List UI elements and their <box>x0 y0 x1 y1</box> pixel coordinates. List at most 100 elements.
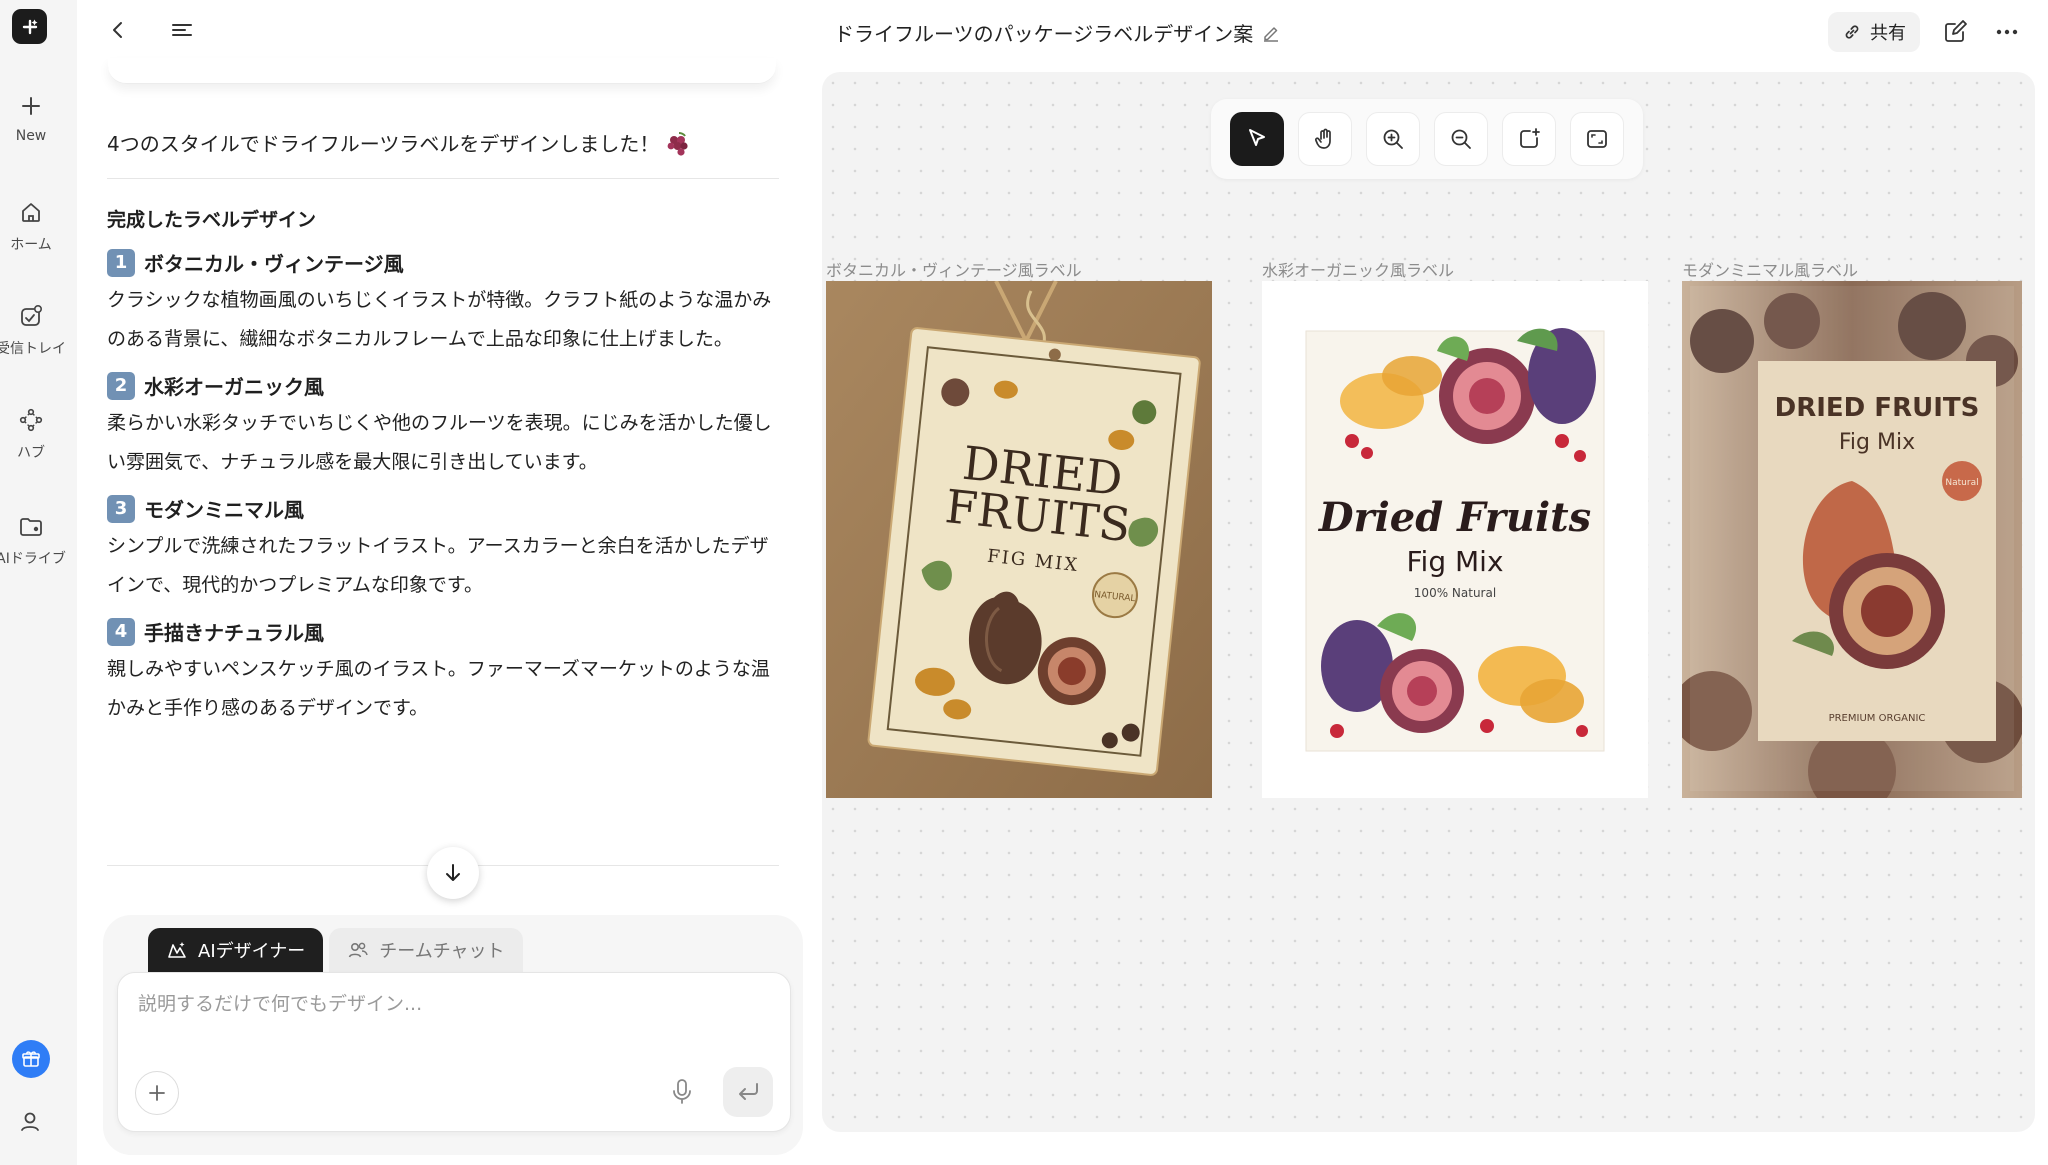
frame-modern-minimal[interactable]: DRIED FRUITS Fig Mix Natural PREMIUM ORG… <box>1682 281 2022 798</box>
frame-botanical-vintage[interactable]: DRIED FRUITS FIG MIX NATURAL <box>826 281 1212 798</box>
tab-team-chat[interactable]: チームチャット <box>329 928 523 972</box>
zoom-out-icon <box>1451 129 1471 149</box>
add-frame-button[interactable] <box>1502 112 1556 166</box>
hub-icon <box>19 408 43 432</box>
home-icon <box>22 203 40 222</box>
enter-icon <box>739 1083 758 1100</box>
prompt-input[interactable] <box>138 993 738 1015</box>
rail-inbox-label: 受信トレイ <box>0 341 66 357</box>
modern-badge: Natural <box>1945 478 1978 488</box>
zoom-in-button[interactable] <box>1366 112 1420 166</box>
canvas-toolbar <box>1211 99 1643 179</box>
chevron-left-icon <box>113 22 122 38</box>
gift-icon <box>22 1051 40 1067</box>
frame-watercolor-organic[interactable]: Dried Fruits Fig Mix 100% Natural <box>1262 281 1648 798</box>
scroll-to-bottom-button[interactable] <box>427 847 479 899</box>
document-title-text: ドライフルーツのパッケージラベルデザイン案 <box>834 22 1254 46</box>
item-description: シンプルで洗練されたフラットイラスト。アースカラーと余白を活かしたデザインで、現… <box>107 535 769 596</box>
frame-label-modern: モダンミニマル風ラベル <box>1682 261 1859 280</box>
chat-toolbar <box>100 12 200 48</box>
tab-ai-designer[interactable]: AIデザイナー <box>148 928 324 972</box>
assistant-message: 4つのスタイルでドライフルーツラベルをデザインしました！ 完成したラベルデザイン… <box>107 124 779 740</box>
number-badge: 3 <box>107 494 135 523</box>
tab-ai-designer-label: AIデザイナー <box>198 941 306 962</box>
item-title: ボタニカル・ヴィンテージ風 <box>144 252 404 276</box>
plus-icon <box>149 1085 165 1101</box>
share-label: 共有 <box>1870 23 1906 44</box>
rail-home-label: ホーム <box>10 237 52 253</box>
rail-hub-label: ハブ <box>17 445 45 461</box>
folder-icon <box>20 518 42 536</box>
gift-button[interactable] <box>12 1040 50 1078</box>
rail-home-button[interactable]: ホーム <box>0 198 62 254</box>
menu-button[interactable] <box>164 12 200 48</box>
number-badge: 1 <box>107 248 135 277</box>
rail-drive-button[interactable]: AIドライブ <box>0 512 66 568</box>
rail-new-label: New <box>15 128 47 144</box>
watercolor-note: 100% Natural <box>1414 586 1496 600</box>
select-tool-button[interactable] <box>1230 112 1284 166</box>
item-description: 親しみやすいペンスケッチ風のイラスト。ファーマーズマーケットのような温かみと手作… <box>107 658 770 719</box>
composer-box <box>117 972 791 1132</box>
section-title: 完成したラベルデザイン <box>107 209 317 231</box>
rail-hub-button[interactable]: ハブ <box>0 406 62 462</box>
inbox-icon <box>21 304 42 326</box>
frame-label-botanical: ボタニカル・ヴィンテージ風ラベル <box>826 261 1082 280</box>
cursor-arrow-icon <box>1249 129 1265 146</box>
team-icon <box>348 942 369 958</box>
divider <box>107 178 779 179</box>
design-item-4: 4 手描きナチュラル風 親しみやすいペンスケッチ風のイラスト。ファーマーズマーケッ… <box>107 617 779 728</box>
left-rail: New ホーム 受信トレイ ハブ AIドライブ <box>0 0 77 1165</box>
microphone-icon <box>673 1079 691 1104</box>
rail-new-button[interactable]: New <box>0 92 62 144</box>
frame-label-watercolor: 水彩オーガニック風ラベル <box>1262 261 1455 280</box>
previous-message-card <box>108 58 776 84</box>
rail-drive-label: AIドライブ <box>0 551 66 567</box>
design-item-2: 2 水彩オーガニック風 柔らかい水彩タッチでいちじくや他のフルーツを表現。にじみを… <box>107 371 779 482</box>
item-description: 柔らかい水彩タッチでいちじくや他のフルーツを表現。にじみを活かした優しい雰囲気で… <box>107 412 772 473</box>
number-badge: 4 <box>107 617 135 646</box>
modern-footer: PREMIUM ORGANIC <box>1829 713 1926 724</box>
zoom-out-button[interactable] <box>1434 112 1488 166</box>
send-button[interactable] <box>723 1067 773 1117</box>
item-title: 手描きナチュラル風 <box>144 621 324 645</box>
watercolor-label-image: Dried Fruits Fig Mix 100% Natural <box>1262 281 1648 798</box>
grapes-icon <box>667 132 688 156</box>
user-icon <box>21 1112 39 1131</box>
item-title: モダンミニマル風 <box>144 498 304 522</box>
more-options-button[interactable] <box>1988 13 2026 51</box>
modern-subtitle: Fig Mix <box>1839 430 1915 455</box>
item-description: クラシックな植物画風のいちじくイラストが特徴。クラフト紙のような温かみのある背景… <box>107 289 772 350</box>
edit-document-button[interactable] <box>1936 13 1974 51</box>
pan-tool-button[interactable] <box>1298 112 1352 166</box>
back-button[interactable] <box>100 12 136 48</box>
share-button[interactable]: 共有 <box>1828 12 1920 52</box>
attach-button[interactable] <box>135 1071 179 1115</box>
intro-line: 4つのスタイルでドライフルーツラベルをデザインしました！ <box>107 124 779 164</box>
watercolor-subtitle: Fig Mix <box>1406 545 1503 578</box>
arrow-down-icon <box>446 864 460 881</box>
pencil-icon[interactable] <box>1261 23 1281 43</box>
user-profile-button[interactable] <box>16 1108 44 1136</box>
zoom-in-icon <box>1383 129 1403 149</box>
modern-label-image: DRIED FRUITS Fig Mix Natural PREMIUM ORG… <box>1682 281 2022 798</box>
composer-tabs: AIデザイナー チームチャット <box>148 928 523 972</box>
add-frame-icon <box>1520 128 1540 148</box>
hand-icon <box>1314 128 1331 149</box>
design-item-1: 1 ボタニカル・ヴィンテージ風 クラシックな植物画風のいちじくイラストが特徴。クラ… <box>107 248 779 359</box>
app-logo-icon[interactable] <box>12 9 47 44</box>
plus-icon <box>22 97 40 115</box>
document-title[interactable]: ドライフルーツのパッケージラベルデザイン案 <box>834 18 1281 47</box>
item-title: 水彩オーガニック風 <box>144 375 324 399</box>
fit-screen-icon <box>1587 130 1607 148</box>
link-icon <box>1845 25 1859 39</box>
fit-screen-button[interactable] <box>1570 112 1624 166</box>
modern-title: DRIED FRUITS <box>1775 393 1980 423</box>
voice-input-button[interactable] <box>670 1077 694 1107</box>
design-item-3: 3 モダンミニマル風 シンプルで洗練されたフラットイラスト。アースカラーと余白を活… <box>107 494 779 605</box>
more-horizontal-icon <box>1996 29 2018 35</box>
rail-inbox-button[interactable]: 受信トレイ <box>0 302 66 358</box>
ai-designer-icon <box>168 942 186 958</box>
edit-icon <box>1945 20 1967 42</box>
watercolor-title: Dried Fruits <box>1318 494 1591 541</box>
